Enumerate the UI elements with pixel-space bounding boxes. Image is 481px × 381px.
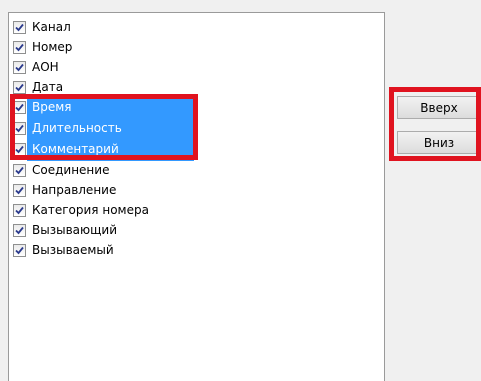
checkbox[interactable] xyxy=(13,203,26,217)
checkbox[interactable] xyxy=(13,20,26,34)
list-item-label: Комментарий xyxy=(32,142,119,156)
list-item-label: Направление xyxy=(32,183,117,197)
list-item-label: Время xyxy=(32,100,72,114)
checkbox[interactable] xyxy=(13,163,26,177)
move-up-button[interactable]: Вверх xyxy=(397,96,481,119)
list-item-comment[interactable]: Комментарий xyxy=(13,139,121,159)
checkbox[interactable] xyxy=(13,40,26,54)
list-item-label: Вызывающий xyxy=(32,223,117,237)
list-item-label: АОН xyxy=(32,60,59,74)
list-item-date[interactable]: Дата xyxy=(13,77,65,97)
list-item-label: Номер xyxy=(32,40,73,54)
checkbox[interactable] xyxy=(13,243,26,257)
list-item-label: Категория номера xyxy=(32,203,149,217)
list-item-label: Вызываемый xyxy=(32,243,114,257)
columns-listbox[interactable]: Канал Номер АОН Дата Время Длительность … xyxy=(8,12,385,381)
list-item-connection[interactable]: Соединение xyxy=(13,160,111,180)
list-item-caller[interactable]: Вызывающий xyxy=(13,220,119,240)
checkbox[interactable] xyxy=(13,100,26,114)
list-item-channel[interactable]: Канал xyxy=(13,17,73,37)
list-item-time[interactable]: Время xyxy=(13,97,74,117)
list-item-callee[interactable]: Вызываемый xyxy=(13,240,116,260)
checkbox[interactable] xyxy=(13,121,26,135)
list-item-direction[interactable]: Направление xyxy=(13,180,118,200)
list-item-label: Канал xyxy=(32,20,71,34)
checkbox[interactable] xyxy=(13,60,26,74)
move-down-button[interactable]: Вниз xyxy=(397,131,481,154)
list-item-number[interactable]: Номер xyxy=(13,37,74,57)
list-item-label: Длительность xyxy=(32,121,122,135)
list-item-label: Соединение xyxy=(32,163,110,177)
list-item-number-category[interactable]: Категория номера xyxy=(13,200,151,220)
list-item-label: Дата xyxy=(32,80,64,94)
checkbox[interactable] xyxy=(13,142,26,156)
checkbox[interactable] xyxy=(13,223,26,237)
column-order-dialog: Канал Номер АОН Дата Время Длительность … xyxy=(0,0,481,381)
checkbox[interactable] xyxy=(13,183,26,197)
list-item-caller-id[interactable]: АОН xyxy=(13,57,61,77)
checkbox[interactable] xyxy=(13,80,26,94)
list-item-duration[interactable]: Длительность xyxy=(13,118,124,138)
